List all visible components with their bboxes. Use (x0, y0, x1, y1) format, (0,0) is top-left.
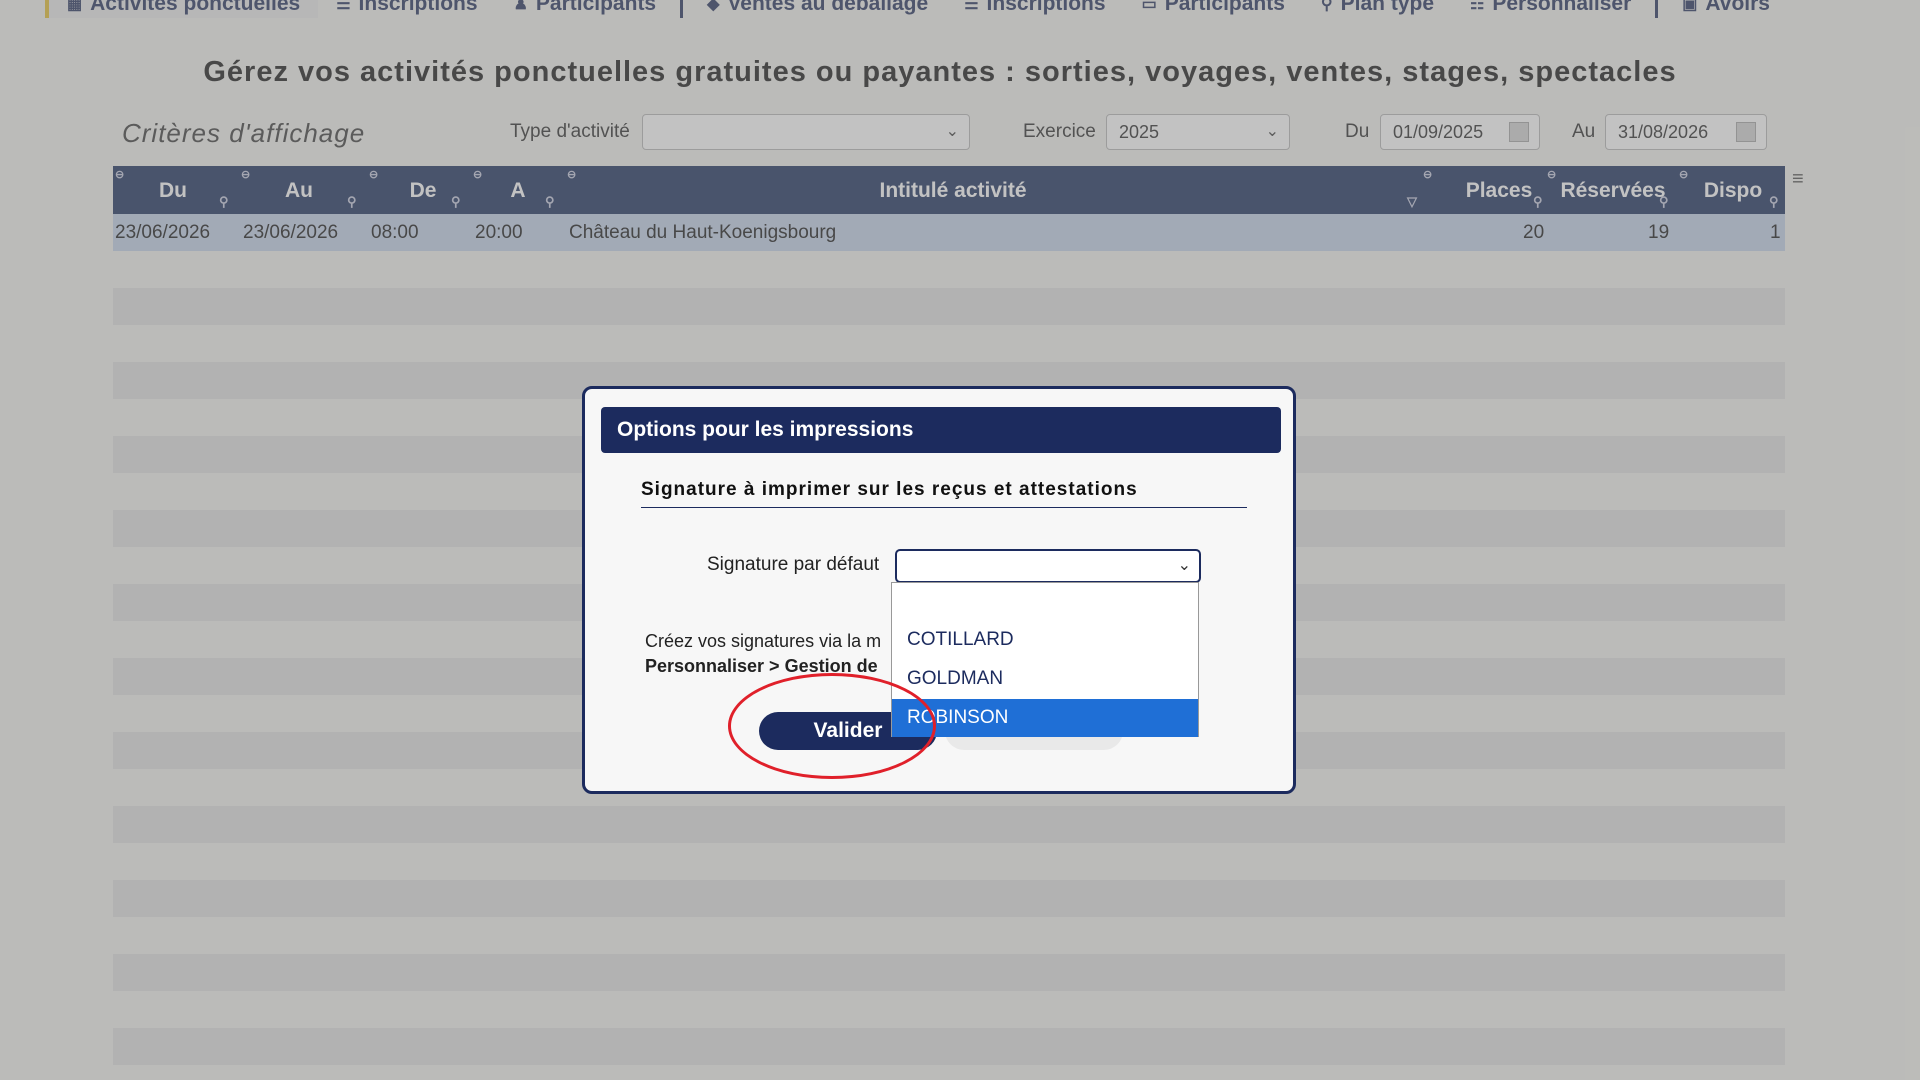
dialog-title: Options pour les impressions (601, 407, 1281, 453)
section-title: Signature à imprimer sur les reçus et at… (641, 479, 1247, 508)
signature-select[interactable]: ⌄ (895, 549, 1201, 583)
chevron-down-icon: ⌄ (1177, 557, 1191, 574)
signature-label: Signature par défaut (707, 554, 880, 575)
signature-dropdown-list: COTILLARD GOLDMAN ROBINSON (891, 582, 1199, 737)
option-empty[interactable] (892, 583, 1198, 621)
option-goldman[interactable]: GOLDMAN (892, 660, 1198, 698)
annotation-circle (728, 673, 936, 779)
option-cotillard[interactable]: COTILLARD (892, 621, 1198, 659)
help-note: Créez vos signatures via la m Personnali… (645, 629, 881, 679)
help-note-line1: Créez vos signatures via la m (645, 631, 882, 651)
option-robinson[interactable]: ROBINSON (892, 699, 1198, 737)
